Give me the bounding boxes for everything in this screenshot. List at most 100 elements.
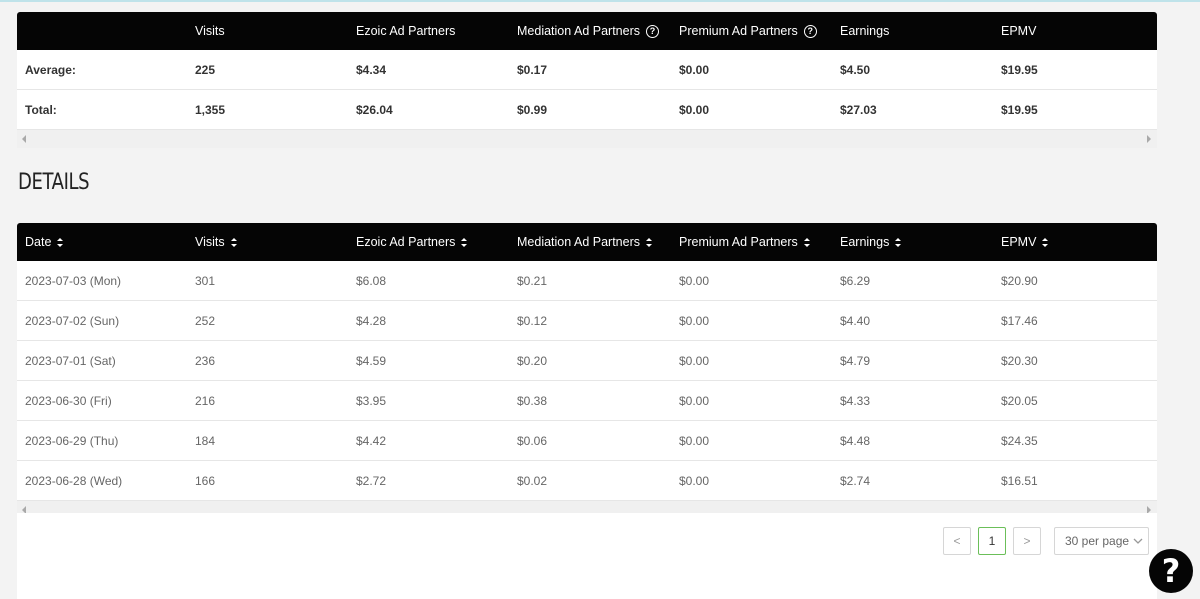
cell-earnings: $4.79 [840, 353, 871, 368]
table-row: 2023-07-01 (Sat) 236 $4.59 $0.20 $0.00 $… [17, 341, 1157, 381]
cell-date: 2023-06-30 (Fri) [25, 393, 112, 408]
cell-ezoic: $2.72 [356, 473, 387, 488]
cell-epmv: $24.35 [1001, 433, 1038, 448]
cell-earnings: $4.48 [840, 433, 871, 448]
cell-visits: 216 [195, 393, 216, 408]
cell-mediation: $0.17 [517, 62, 548, 77]
col-header-mediation[interactable]: Mediation Ad Partners [517, 223, 652, 261]
cell-premium: $0.00 [679, 473, 710, 488]
sort-icon[interactable] [895, 237, 902, 247]
row-label: Average: [25, 62, 76, 77]
cell-mediation: $0.12 [517, 313, 548, 328]
table-row: 2023-06-29 (Thu) 184 $4.42 $0.06 $0.00 $… [17, 421, 1157, 461]
cell-premium: $0.00 [679, 313, 710, 328]
cell-visits: 236 [195, 353, 216, 368]
details-table: Date Visits Ezoic Ad Partners Mediation … [17, 223, 1157, 519]
cell-earnings: $4.50 [840, 62, 871, 77]
table-row: 2023-07-02 (Sun) 252 $4.28 $0.12 $0.00 $… [17, 301, 1157, 341]
cell-visits: 166 [195, 473, 216, 488]
cell-ezoic: $3.95 [356, 393, 387, 408]
details-header: Date Visits Ezoic Ad Partners Mediation … [17, 223, 1157, 261]
scroll-right-arrow-icon[interactable] [1147, 135, 1151, 143]
cell-earnings: $4.40 [840, 313, 871, 328]
sort-icon[interactable] [461, 237, 468, 247]
sort-icon[interactable] [803, 237, 810, 247]
cell-premium: $0.00 [679, 433, 710, 448]
sort-icon[interactable] [230, 237, 237, 247]
cell-mediation: $0.06 [517, 433, 548, 448]
cell-premium: $0.00 [679, 393, 710, 408]
sort-icon[interactable] [1042, 237, 1049, 247]
cell-date: 2023-06-29 (Thu) [25, 433, 119, 448]
col-header-earnings[interactable]: Earnings [840, 223, 902, 261]
cell-ezoic: $4.42 [356, 433, 387, 448]
cell-ezoic: $26.04 [356, 102, 393, 117]
summary-row-total: Total: 1,355 $26.04 $0.99 $0.00 $27.03 $… [17, 90, 1157, 130]
help-button[interactable]: ? [1149, 549, 1193, 593]
cell-epmv: $20.05 [1001, 393, 1038, 408]
cell-ezoic: $4.34 [356, 62, 387, 77]
cell-mediation: $0.21 [517, 273, 548, 288]
chevron-down-icon [1133, 538, 1143, 544]
col-header-epmv: EPMV [1001, 24, 1037, 38]
cell-visits: 225 [195, 62, 216, 77]
summary-table: Visits Ezoic Ad Partners Mediation Ad Pa… [17, 12, 1157, 148]
row-label: Total: [25, 102, 57, 117]
per-page-value: 30 per page [1065, 534, 1130, 548]
top-accent-line [0, 0, 1200, 2]
cell-premium: $0.00 [679, 62, 710, 77]
cell-epmv: $20.90 [1001, 273, 1038, 288]
cell-premium: $0.00 [679, 102, 710, 117]
table-row: 2023-06-30 (Fri) 216 $3.95 $0.38 $0.00 $… [17, 381, 1157, 421]
sort-icon[interactable] [646, 237, 652, 247]
col-header-premium[interactable]: Premium Ad Partners [679, 223, 810, 261]
cell-date: 2023-07-03 (Mon) [25, 273, 122, 288]
per-page-select[interactable]: 30 per page [1054, 527, 1149, 555]
cell-epmv: $20.30 [1001, 353, 1038, 368]
cell-epmv: $19.95 [1001, 62, 1038, 77]
cell-date: 2023-06-28 (Wed) [25, 473, 123, 488]
cell-premium: $0.00 [679, 273, 710, 288]
cell-epmv: $19.95 [1001, 102, 1038, 117]
col-header-visits: Visits [195, 24, 225, 38]
scroll-left-arrow-icon[interactable] [22, 135, 26, 143]
summary-header: Visits Ezoic Ad Partners Mediation Ad Pa… [17, 12, 1157, 50]
cell-earnings: $2.74 [840, 473, 871, 488]
col-header-ezoic[interactable]: Ezoic Ad Partners [356, 223, 468, 261]
cell-ezoic: $4.59 [356, 353, 387, 368]
next-page-button[interactable]: > [1013, 527, 1041, 555]
col-header-mediation: Mediation Ad Partners ? [517, 12, 659, 50]
cell-date: 2023-07-02 (Sun) [25, 313, 120, 328]
cell-visits: 184 [195, 433, 216, 448]
question-circle-icon[interactable]: ? [646, 24, 659, 38]
question-circle-icon[interactable]: ? [803, 24, 817, 38]
col-header-date[interactable]: Date [25, 223, 64, 261]
cell-mediation: $0.38 [517, 393, 548, 408]
cell-epmv: $16.51 [1001, 473, 1038, 488]
cell-earnings: $4.33 [840, 393, 871, 408]
cell-mediation: $0.20 [517, 353, 548, 368]
col-header-visits[interactable]: Visits [195, 223, 237, 261]
prev-page-button[interactable]: < [943, 527, 971, 555]
col-header-ezoic: Ezoic Ad Partners [356, 24, 456, 38]
page-1-button[interactable]: 1 [978, 527, 1006, 555]
cell-ezoic: $4.28 [356, 313, 387, 328]
cell-premium: $0.00 [679, 353, 710, 368]
table-row: 2023-07-03 (Mon) 301 $6.08 $0.21 $0.00 $… [17, 261, 1157, 301]
cell-mediation: $0.99 [517, 102, 548, 117]
cell-visits: 252 [195, 313, 216, 328]
cell-date: 2023-07-01 (Sat) [25, 353, 116, 368]
section-title-details: DETAILS [18, 170, 90, 195]
cell-epmv: $17.46 [1001, 313, 1038, 328]
cell-ezoic: $6.08 [356, 273, 387, 288]
table-row: 2023-06-28 (Wed) 166 $2.72 $0.02 $0.00 $… [17, 461, 1157, 501]
cell-mediation: $0.02 [517, 473, 548, 488]
pagination-panel [17, 513, 1157, 599]
summary-horizontal-scrollbar[interactable] [17, 130, 1157, 148]
sort-icon[interactable] [57, 237, 64, 247]
cell-visits: 301 [195, 273, 216, 288]
cell-earnings: $6.29 [840, 273, 871, 288]
cell-earnings: $27.03 [840, 102, 877, 117]
col-header-premium: Premium Ad Partners ? [679, 12, 817, 50]
col-header-epmv[interactable]: EPMV [1001, 223, 1049, 261]
